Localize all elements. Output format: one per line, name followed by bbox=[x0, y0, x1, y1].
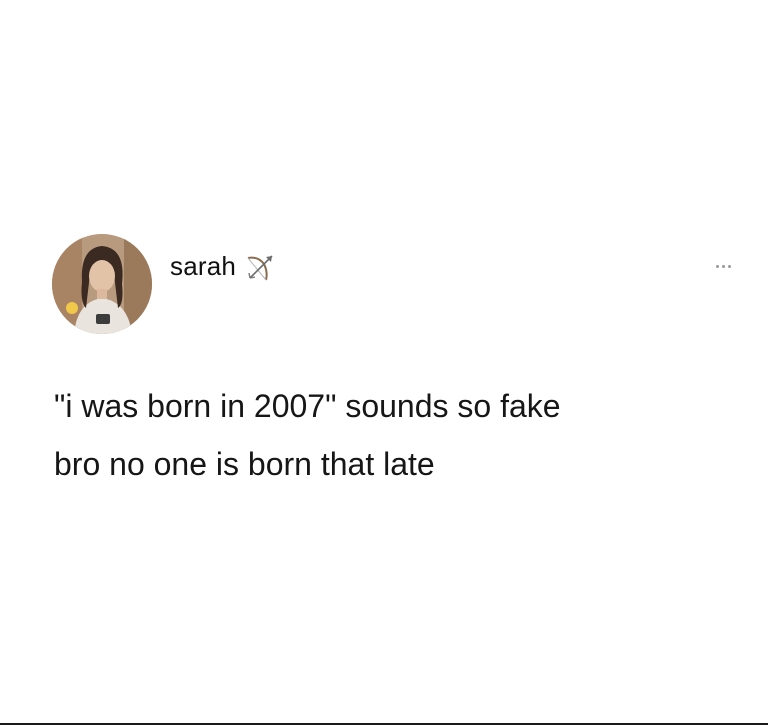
post-text-line: bro no one is born that late bbox=[54, 446, 435, 482]
avatar[interactable] bbox=[52, 234, 152, 334]
profile-photo-icon bbox=[52, 234, 152, 334]
ellipsis-icon bbox=[715, 264, 731, 268]
post-text-line: "i was born in 2007" sounds so fake bbox=[54, 388, 561, 424]
author-row[interactable]: sarah bbox=[170, 246, 276, 286]
post-text: "i was born in 2007" sounds so fake bro … bbox=[54, 377, 744, 493]
social-post: sarah "i was born in 2007" sounds so fak… bbox=[0, 0, 768, 725]
bow-and-arrow-icon bbox=[244, 250, 276, 282]
username[interactable]: sarah bbox=[170, 251, 236, 282]
more-options-button[interactable] bbox=[706, 256, 740, 276]
